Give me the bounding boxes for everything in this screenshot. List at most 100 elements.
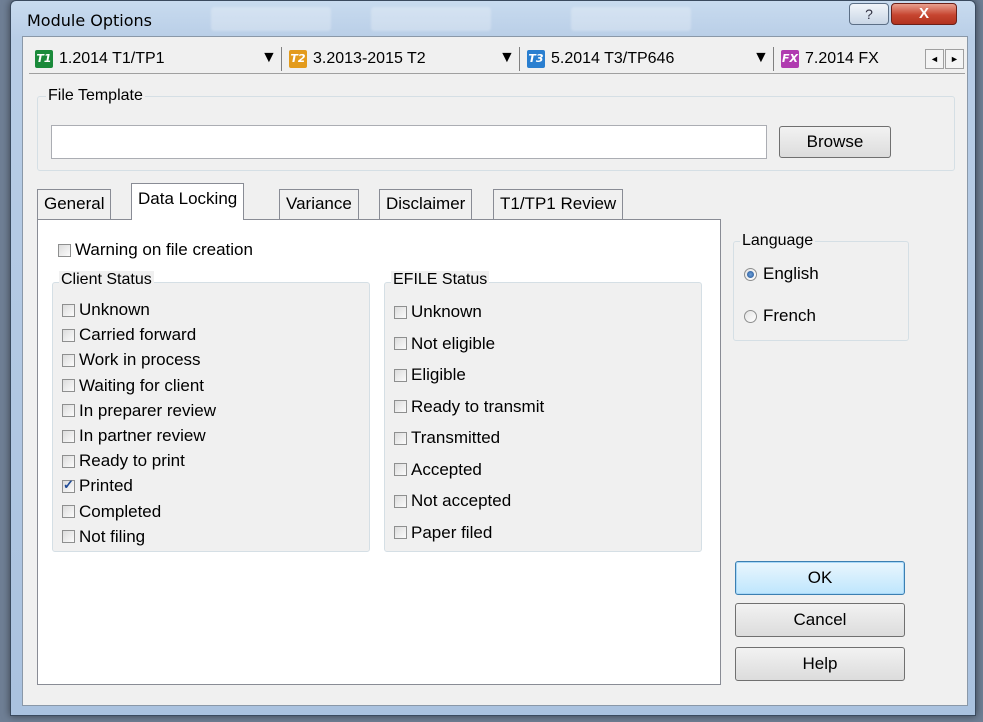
radio-english[interactable]: English (744, 264, 819, 284)
module-tab-label: 7.2014 FX (805, 50, 879, 67)
checkbox-label: Transmitted (411, 428, 501, 447)
dropdown-arrow-icon[interactable]: ▼ (499, 49, 515, 67)
module-tab-label: 1.2014 T1/TP1 (59, 50, 165, 67)
checkbox-label: Unknown (79, 300, 150, 319)
efile-status-checkbox[interactable]: Accepted (394, 460, 482, 480)
tab-separator (519, 47, 520, 71)
checkbox-box (62, 303, 75, 317)
checkbox-box (394, 526, 407, 539)
client-status-label: Client Status (59, 271, 154, 289)
client-status-checkbox[interactable]: Printed (62, 476, 133, 496)
radio-circle (744, 309, 757, 323)
help-title-button[interactable]: ? (849, 3, 889, 25)
fx-module-icon: FX (781, 50, 799, 68)
client-status-checkbox[interactable]: In partner review (62, 426, 206, 446)
checkbox-box (394, 400, 407, 413)
module-tab-t2[interactable]: T2 3.2013-2015 T2 (289, 47, 426, 71)
radio-label: English (763, 264, 819, 283)
checkbox-label: Not filing (79, 526, 146, 546)
checkbox-label: Not accepted (411, 491, 512, 510)
client-status-checkbox[interactable]: Not filing (62, 527, 145, 547)
checkbox-label: Paper filed (411, 522, 493, 542)
module-tab-label: 3.2013-2015 T2 (313, 50, 426, 67)
module-tab-t3[interactable]: T3 5.2014 T3/TP646 (527, 47, 674, 71)
tab-disclaimer[interactable]: Disclaimer (379, 189, 473, 219)
help-button[interactable]: Help (735, 647, 905, 681)
t2-module-icon: T2 (289, 50, 307, 68)
checkbox-box (62, 379, 75, 393)
checkbox-label: Not eligible (411, 333, 496, 353)
language-label: Language (740, 232, 816, 250)
client-status-checkbox[interactable]: Carried forward (62, 325, 196, 345)
checkbox-label: Ready to transmit (411, 396, 545, 416)
client-status-checkbox[interactable]: Waiting for client (62, 376, 204, 396)
file-template-input[interactable] (51, 125, 767, 159)
module-tab-fx[interactable]: FX 7.2014 FX (781, 47, 923, 71)
warning-on-file-creation-checkbox[interactable]: Warning on file creation (58, 240, 253, 260)
efile-status-checkbox[interactable]: Transmitted (394, 428, 500, 448)
scroll-right-icon[interactable]: ► (945, 49, 964, 69)
module-tab-strip: T1 1.2014 T1/TP1 ▼ T2 3.2013-2015 T2 ▼ T… (29, 45, 965, 74)
background-window-ghost (571, 7, 691, 31)
checkbox-box (62, 429, 75, 443)
checkbox-label: Waiting for client (79, 375, 205, 395)
client-status-checkbox[interactable]: In preparer review (62, 401, 216, 421)
efile-status-checkbox[interactable]: Not eligible (394, 334, 495, 354)
window-title: Module Options (27, 11, 152, 30)
tab-general[interactable]: General (37, 189, 112, 219)
client-status-checkbox[interactable]: Completed (62, 502, 161, 522)
checkbox-box (394, 431, 407, 445)
checkbox-box (62, 454, 75, 468)
title-bar[interactable]: Module Options ? X (11, 1, 975, 37)
tab-t1tp1-review[interactable]: T1/TP1 Review (493, 189, 624, 219)
dropdown-arrow-icon[interactable]: ▼ (261, 49, 277, 67)
module-tab-label: 5.2014 T3/TP646 (551, 50, 675, 67)
checkbox-label: Completed (79, 501, 162, 521)
t1-module-icon: T1 (35, 50, 53, 68)
browse-button[interactable]: Browse (779, 126, 891, 158)
language-group: Language English French (733, 232, 909, 341)
radio-circle (744, 267, 757, 281)
checkbox-box (58, 243, 71, 257)
client-status-checkbox[interactable]: Ready to print (62, 451, 185, 471)
checkbox-label: Warning on file creation (75, 240, 253, 259)
dialog-client-area: T1 1.2014 T1/TP1 ▼ T2 3.2013-2015 T2 ▼ T… (22, 36, 968, 706)
background-window-ghost (211, 7, 331, 31)
efile-status-checkbox[interactable]: Unknown (394, 302, 482, 322)
close-button[interactable]: X (891, 3, 957, 25)
checkbox-box (62, 477, 75, 493)
efile-status-checkbox[interactable]: Eligible (394, 365, 466, 385)
dropdown-arrow-icon[interactable]: ▼ (753, 49, 769, 67)
scroll-left-icon[interactable]: ◄ (925, 49, 944, 69)
checkbox-label: Printed (79, 476, 133, 496)
checkbox-box (394, 463, 407, 476)
data-locking-panel: Warning on file creation Client Status E… (37, 219, 721, 685)
ok-button[interactable]: OK (735, 561, 905, 595)
tab-scroll-buttons: ◄ ► (925, 49, 965, 69)
checkbox-box (62, 530, 75, 544)
checkbox-box (394, 368, 407, 382)
checkbox-box (62, 353, 75, 367)
tab-data-locking[interactable]: Data Locking (131, 183, 245, 220)
checkbox-box (62, 328, 75, 342)
checkbox-box (394, 494, 407, 508)
checkbox-label: Carried forward (79, 325, 197, 345)
checkbox-box (62, 404, 75, 418)
efile-status-group: EFILE Status (384, 271, 702, 552)
t3-module-icon: T3 (527, 50, 545, 68)
tab-variance[interactable]: Variance (279, 189, 359, 219)
checkbox-label: Work in process (79, 350, 201, 370)
radio-french[interactable]: French (744, 306, 816, 326)
checkbox-label: Ready to print (79, 451, 185, 471)
efile-status-checkbox[interactable]: Not accepted (394, 491, 511, 511)
efile-status-checkbox[interactable]: Paper filed (394, 523, 492, 543)
efile-status-checkbox[interactable]: Ready to transmit (394, 397, 544, 417)
tab-separator (281, 47, 282, 71)
checkbox-label: In preparer review (79, 400, 217, 420)
client-status-checkbox[interactable]: Work in process (62, 350, 201, 370)
radio-label: French (763, 306, 816, 325)
checkbox-box (394, 305, 407, 319)
client-status-checkbox[interactable]: Unknown (62, 300, 150, 320)
cancel-button[interactable]: Cancel (735, 603, 905, 637)
module-tab-t1[interactable]: T1 1.2014 T1/TP1 (35, 47, 165, 71)
